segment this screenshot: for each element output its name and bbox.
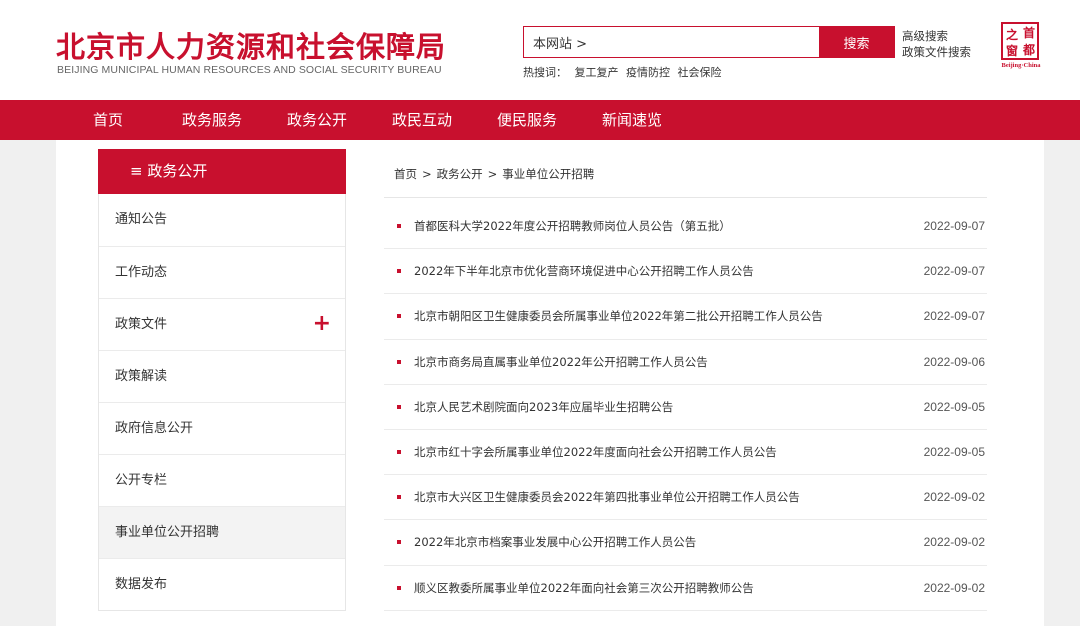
content-area: ≡ 政务公开 通知公告 工作动态 政策文件 + 政策解读 政府信息公开 公开专栏 … <box>56 140 1044 626</box>
bullet-icon <box>397 449 401 454</box>
article-list: 首都医科大学2022年度公开招聘教师岗位人员公告（第五批） 2022-09-07 … <box>384 204 987 611</box>
logo-char: 首 <box>1023 26 1036 40</box>
list-item-title[interactable]: 2022年下半年北京市优化营商环境促进中心公开招聘工作人员公告 <box>414 249 754 294</box>
breadcrumb-separator: > <box>422 167 432 181</box>
nav-item-home[interactable]: 首页 <box>93 100 123 140</box>
bullet-icon <box>397 314 401 319</box>
sidebar-item-label: 政策解读 <box>115 369 168 384</box>
bullet-icon <box>397 540 401 545</box>
sidebar-item-label: 政府信息公开 <box>115 421 194 436</box>
list-item-date: 2022-09-07 <box>923 264 985 279</box>
main-nav: 首页 政务服务 政务公开 政民互动 便民服务 新闻速览 <box>0 100 1080 140</box>
bullet-icon <box>397 224 401 228</box>
list-item[interactable]: 北京市商务局直属事业单位2022年公开招聘工作人员公告 2022-09-06 <box>384 340 987 385</box>
sidebar-item-notices[interactable]: 通知公告 <box>99 194 345 246</box>
list-item-date: 2022-09-07 <box>923 309 985 324</box>
list-item-date: 2022-09-02 <box>923 490 985 505</box>
sidebar-menu: 通知公告 工作动态 政策文件 + 政策解读 政府信息公开 公开专栏 事业单位公开招… <box>98 194 346 611</box>
list-item-title[interactable]: 北京市大兴区卫生健康委员会2022年第四批事业单位公开招聘工作人员公告 <box>414 475 800 520</box>
list-item-date: 2022-09-05 <box>923 399 985 414</box>
sidebar-item-special-column[interactable]: 公开专栏 <box>99 454 345 506</box>
breadcrumb: 首页 > 政务公开 > 事业单位公开招聘 <box>394 166 594 182</box>
list-item-title[interactable]: 北京市朝阳区卫生健康委员会所属事业单位2022年第二批公开招聘工作人员公告 <box>414 294 823 339</box>
list-item-date: 2022-09-02 <box>923 580 985 595</box>
list-item-title[interactable]: 2022年北京市档案事业发展中心公开招聘工作人员公告 <box>414 520 696 565</box>
nav-item-interaction[interactable]: 政民互动 <box>392 100 452 140</box>
nav-item-public-services[interactable]: 便民服务 <box>497 100 557 140</box>
capital-window-logo-mark: 之 首 窗 都 <box>1001 22 1039 60</box>
bullet-icon <box>397 359 401 364</box>
search-links: 高级搜索 政策文件搜索 <box>902 28 971 60</box>
sidebar-item-label: 数据发布 <box>115 577 168 592</box>
list-item[interactable]: 2022年北京市档案事业发展中心公开招聘工作人员公告 2022-09-02 <box>384 520 987 566</box>
list-item[interactable]: 北京市红十字会所属事业单位2022年度面向社会公开招聘工作人员公告 2022-09… <box>384 430 987 476</box>
list-item[interactable]: 北京市朝阳区卫生健康委员会所属事业单位2022年第二批公开招聘工作人员公告 202… <box>384 294 987 340</box>
plus-icon[interactable]: + <box>313 299 331 349</box>
search-button[interactable]: 搜索 <box>819 27 894 57</box>
advanced-search-link[interactable]: 高级搜索 <box>902 28 971 44</box>
divider <box>384 197 987 198</box>
breadcrumb-separator: > <box>487 167 498 181</box>
logo-char: 窗 <box>1006 44 1019 58</box>
hot-search: 热搜词： 复工复产 疫情防控 社会保险 <box>523 64 722 80</box>
bullet-icon <box>397 269 401 274</box>
search-input[interactable] <box>524 27 820 57</box>
sidebar-item-label: 工作动态 <box>115 265 168 280</box>
list-item-title[interactable]: 北京人民艺术剧院面向2023年应届毕业生招聘公告 <box>414 385 673 430</box>
sidebar-title: ≡ 政务公开 <box>98 149 346 194</box>
sidebar-item-label: 公开专栏 <box>115 473 168 488</box>
site-logo-subtitle: BEIJING MUNICIPAL HUMAN RESOURCES AND SO… <box>57 64 442 76</box>
bullet-icon <box>397 404 401 409</box>
logo-caption: Beijing·China <box>1001 62 1041 69</box>
bullet-icon <box>397 495 401 500</box>
sidebar: ≡ 政务公开 通知公告 工作动态 政策文件 + 政策解读 政府信息公开 公开专栏 … <box>98 149 346 611</box>
list-item-title[interactable]: 北京市商务局直属事业单位2022年公开招聘工作人员公告 <box>414 340 708 385</box>
site-header: 北京市人力资源和社会保障局 BEIJING MUNICIPAL HUMAN RE… <box>0 0 1080 100</box>
list-item-date: 2022-09-06 <box>923 354 985 369</box>
hot-search-link[interactable]: 疫情防控 <box>626 66 670 79</box>
sidebar-item-policy-interpretation[interactable]: 政策解读 <box>99 350 345 402</box>
breadcrumb-disclosure[interactable]: 政务公开 <box>437 167 483 181</box>
sidebar-item-label: 政策文件 <box>115 317 168 332</box>
logo-char: 都 <box>1023 43 1036 57</box>
list-item-date: 2022-09-07 <box>923 219 985 233</box>
logo-char: 之 <box>1006 28 1019 42</box>
list-item-date: 2022-09-02 <box>923 535 985 550</box>
sidebar-item-data-release[interactable]: 数据发布 <box>99 558 345 610</box>
sidebar-item-policy-docs[interactable]: 政策文件 + <box>99 298 345 350</box>
list-item-date: 2022-09-05 <box>923 444 985 459</box>
list-item[interactable]: 2022年下半年北京市优化营商环境促进中心公开招聘工作人员公告 2022-09-0… <box>384 249 987 295</box>
list-item[interactable]: 北京市大兴区卫生健康委员会2022年第四批事业单位公开招聘工作人员公告 2022-… <box>384 475 987 521</box>
list-item-title[interactable]: 顺义区教委所属事业单位2022年面向社会第三次公开招聘教师公告 <box>414 566 754 611</box>
list-item[interactable]: 顺义区教委所属事业单位2022年面向社会第三次公开招聘教师公告 2022-09-0… <box>384 566 987 611</box>
sidebar-item-recruitment[interactable]: 事业单位公开招聘 <box>99 506 345 558</box>
nav-item-news[interactable]: 新闻速览 <box>602 100 662 140</box>
site-logo-title[interactable]: 北京市人力资源和社会保障局 <box>56 24 446 66</box>
list-item[interactable]: 首都医科大学2022年度公开招聘教师岗位人员公告（第五批） 2022-09-07 <box>384 204 987 250</box>
breadcrumb-home[interactable]: 首页 <box>394 167 417 181</box>
nav-item-gov-disclosure[interactable]: 政务公开 <box>287 100 347 140</box>
sidebar-item-label: 事业单位公开招聘 <box>115 525 220 540</box>
list-item[interactable]: 北京人民艺术剧院面向2023年应届毕业生招聘公告 2022-09-05 <box>384 385 987 430</box>
sidebar-item-gov-info[interactable]: 政府信息公开 <box>99 402 345 454</box>
list-item-title[interactable]: 北京市红十字会所属事业单位2022年度面向社会公开招聘工作人员公告 <box>414 430 777 475</box>
bullet-icon <box>397 585 401 590</box>
policy-search-link[interactable]: 政策文件搜索 <box>902 44 971 60</box>
breadcrumb-current[interactable]: 事业单位公开招聘 <box>502 167 594 181</box>
hot-search-link[interactable]: 社会保险 <box>678 66 722 79</box>
sidebar-item-label: 通知公告 <box>115 212 168 227</box>
nav-item-gov-services[interactable]: 政务服务 <box>182 100 242 140</box>
hot-search-label: 热搜词： <box>523 66 567 79</box>
sidebar-item-work-news[interactable]: 工作动态 <box>99 246 345 298</box>
capital-window-logo[interactable]: 之 首 窗 都 Beijing·China <box>998 22 1044 70</box>
hot-search-link[interactable]: 复工复产 <box>575 66 619 79</box>
search-box: 搜索 <box>523 26 895 58</box>
list-item-title[interactable]: 首都医科大学2022年度公开招聘教师岗位人员公告（第五批） <box>414 204 731 249</box>
